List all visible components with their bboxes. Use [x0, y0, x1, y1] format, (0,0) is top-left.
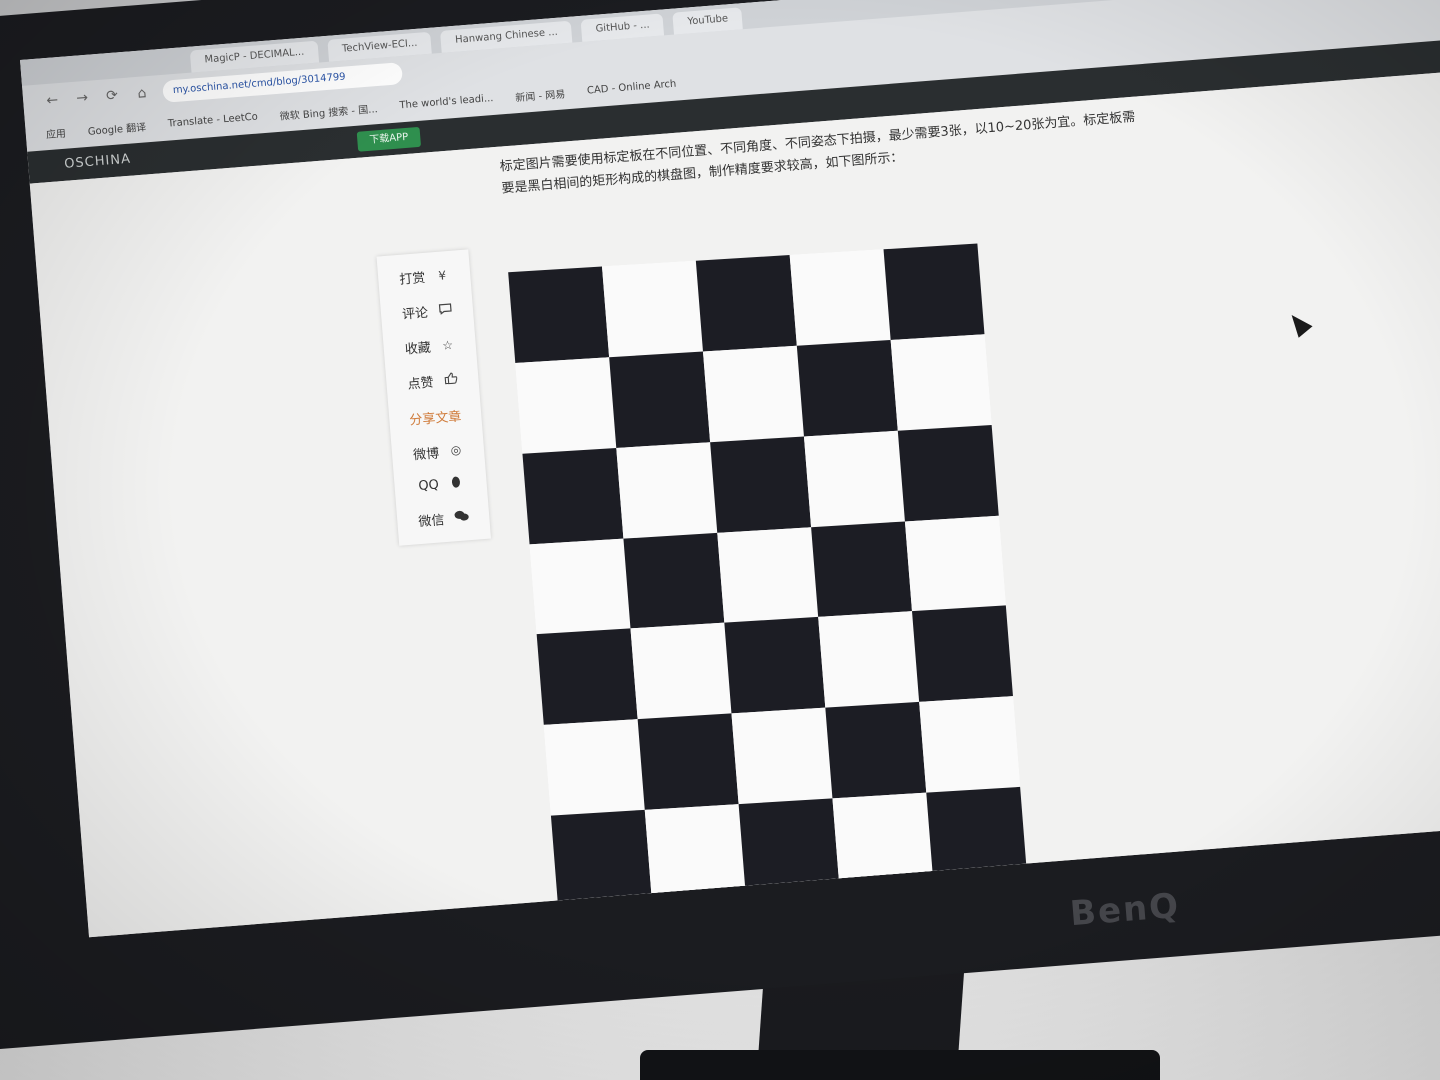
photo-scene: BenQ MagicP - DECIMAL... TechView-ECI...… [0, 0, 1440, 1080]
checkerboard-square [710, 436, 812, 533]
yen-icon: ¥ [437, 267, 447, 283]
checkerboard-square [508, 266, 610, 363]
tool-label: QQ [417, 477, 440, 495]
checkerboard-square [825, 702, 927, 799]
checkerboard-square [919, 696, 1021, 793]
checkerboard-square [644, 804, 746, 901]
checkerboard-square [912, 605, 1013, 703]
checkerboard-square [601, 260, 703, 358]
bookmark-item[interactable]: The world's leadi... [399, 92, 494, 110]
checkerboard-square [702, 345, 804, 442]
checkerboard-square [637, 713, 739, 810]
comment-icon [437, 303, 452, 318]
forward-icon[interactable]: → [73, 90, 92, 107]
site-logo[interactable]: OSCHINA [64, 152, 132, 172]
qq-icon [448, 475, 463, 492]
monitor-screen: MagicP - DECIMAL... TechView-ECI... Hanw… [20, 0, 1440, 938]
star-icon: ☆ [441, 337, 454, 353]
back-icon[interactable]: ← [43, 92, 62, 109]
thumbs-up-icon [443, 372, 458, 388]
checkerboard-square [818, 611, 920, 708]
comment-button[interactable]: 评论 [380, 298, 473, 324]
bookmark-item[interactable]: Translate - LeetCo [167, 111, 258, 129]
checkerboard-square [522, 447, 624, 544]
reward-button[interactable]: 打赏 ¥ [378, 263, 471, 289]
checkerboard-image [508, 243, 1028, 907]
checkerboard-square [796, 339, 898, 437]
share-article-label: 分享文章 [389, 404, 482, 430]
tool-label: 收藏 [404, 340, 432, 358]
checkerboard-square [630, 623, 732, 720]
favorite-button[interactable]: 收藏 ☆ [383, 333, 476, 359]
checkerboard-square [616, 441, 718, 539]
bookmark-item[interactable]: CAD - Online Arch [587, 78, 677, 96]
share-wechat-button[interactable]: 微信 [397, 506, 490, 532]
tool-label: 点赞 [407, 376, 435, 393]
checkerboard-square [623, 532, 725, 629]
bookmark-item[interactable]: 微软 Bing 搜索 - 国... [279, 100, 378, 123]
checkerboard-square [731, 707, 833, 805]
checkerboard-square [515, 357, 617, 454]
checkerboard-square [536, 628, 638, 726]
checkerboard-square [543, 719, 645, 816]
checkerboard-square [789, 249, 891, 346]
home-icon[interactable]: ⌂ [132, 85, 151, 102]
monitor-stand-base [640, 1050, 1160, 1080]
checkerboard-square [811, 521, 913, 618]
weibo-icon: ◎ [450, 442, 462, 458]
share-qq-button[interactable]: QQ [394, 474, 487, 497]
checkerboard-square [803, 430, 905, 527]
mouse-cursor-icon [1284, 309, 1313, 338]
tool-label: 分享文章 [408, 409, 462, 429]
tool-label: 打赏 [398, 270, 426, 288]
checkerboard-square [897, 424, 999, 522]
bookmark-item[interactable]: 应用 [45, 124, 67, 141]
reload-icon[interactable]: ⟳ [102, 87, 121, 104]
article-page: 标定图片需要使用标定板在不同位置、不同角度、不同姿态下拍摄，最少需要3张，以10… [29, 67, 1440, 938]
checkerboard-square [904, 515, 1006, 612]
tool-label: 微博 [412, 446, 440, 464]
bookmark-item[interactable]: Google 翻译 [87, 118, 146, 138]
checkerboard-square [695, 255, 797, 352]
share-weibo-button[interactable]: 微博 ◎ [391, 439, 484, 465]
checkerboard-square [529, 538, 631, 635]
checkerboard-square [724, 617, 826, 714]
browser-tab[interactable]: YouTube [672, 7, 743, 35]
like-button[interactable]: 点赞 [386, 368, 479, 394]
checkerboard-square [717, 526, 819, 624]
bookmark-item[interactable]: 新闻 - 网易 [515, 85, 566, 104]
tool-label: 微信 [417, 513, 446, 531]
checkerboard-square [550, 809, 652, 907]
checkerboard-square [883, 243, 985, 340]
tool-label: 评论 [401, 305, 429, 323]
download-app-button[interactable]: 下载APP [356, 126, 421, 152]
article-side-toolbar: 打赏 ¥ 评论 收藏 ☆ 点赞 分享文章 微博 ◎ QQ 微信 [376, 249, 491, 546]
checkerboard-square [890, 334, 992, 431]
wechat-icon [454, 509, 469, 525]
checkerboard-square [609, 351, 711, 448]
